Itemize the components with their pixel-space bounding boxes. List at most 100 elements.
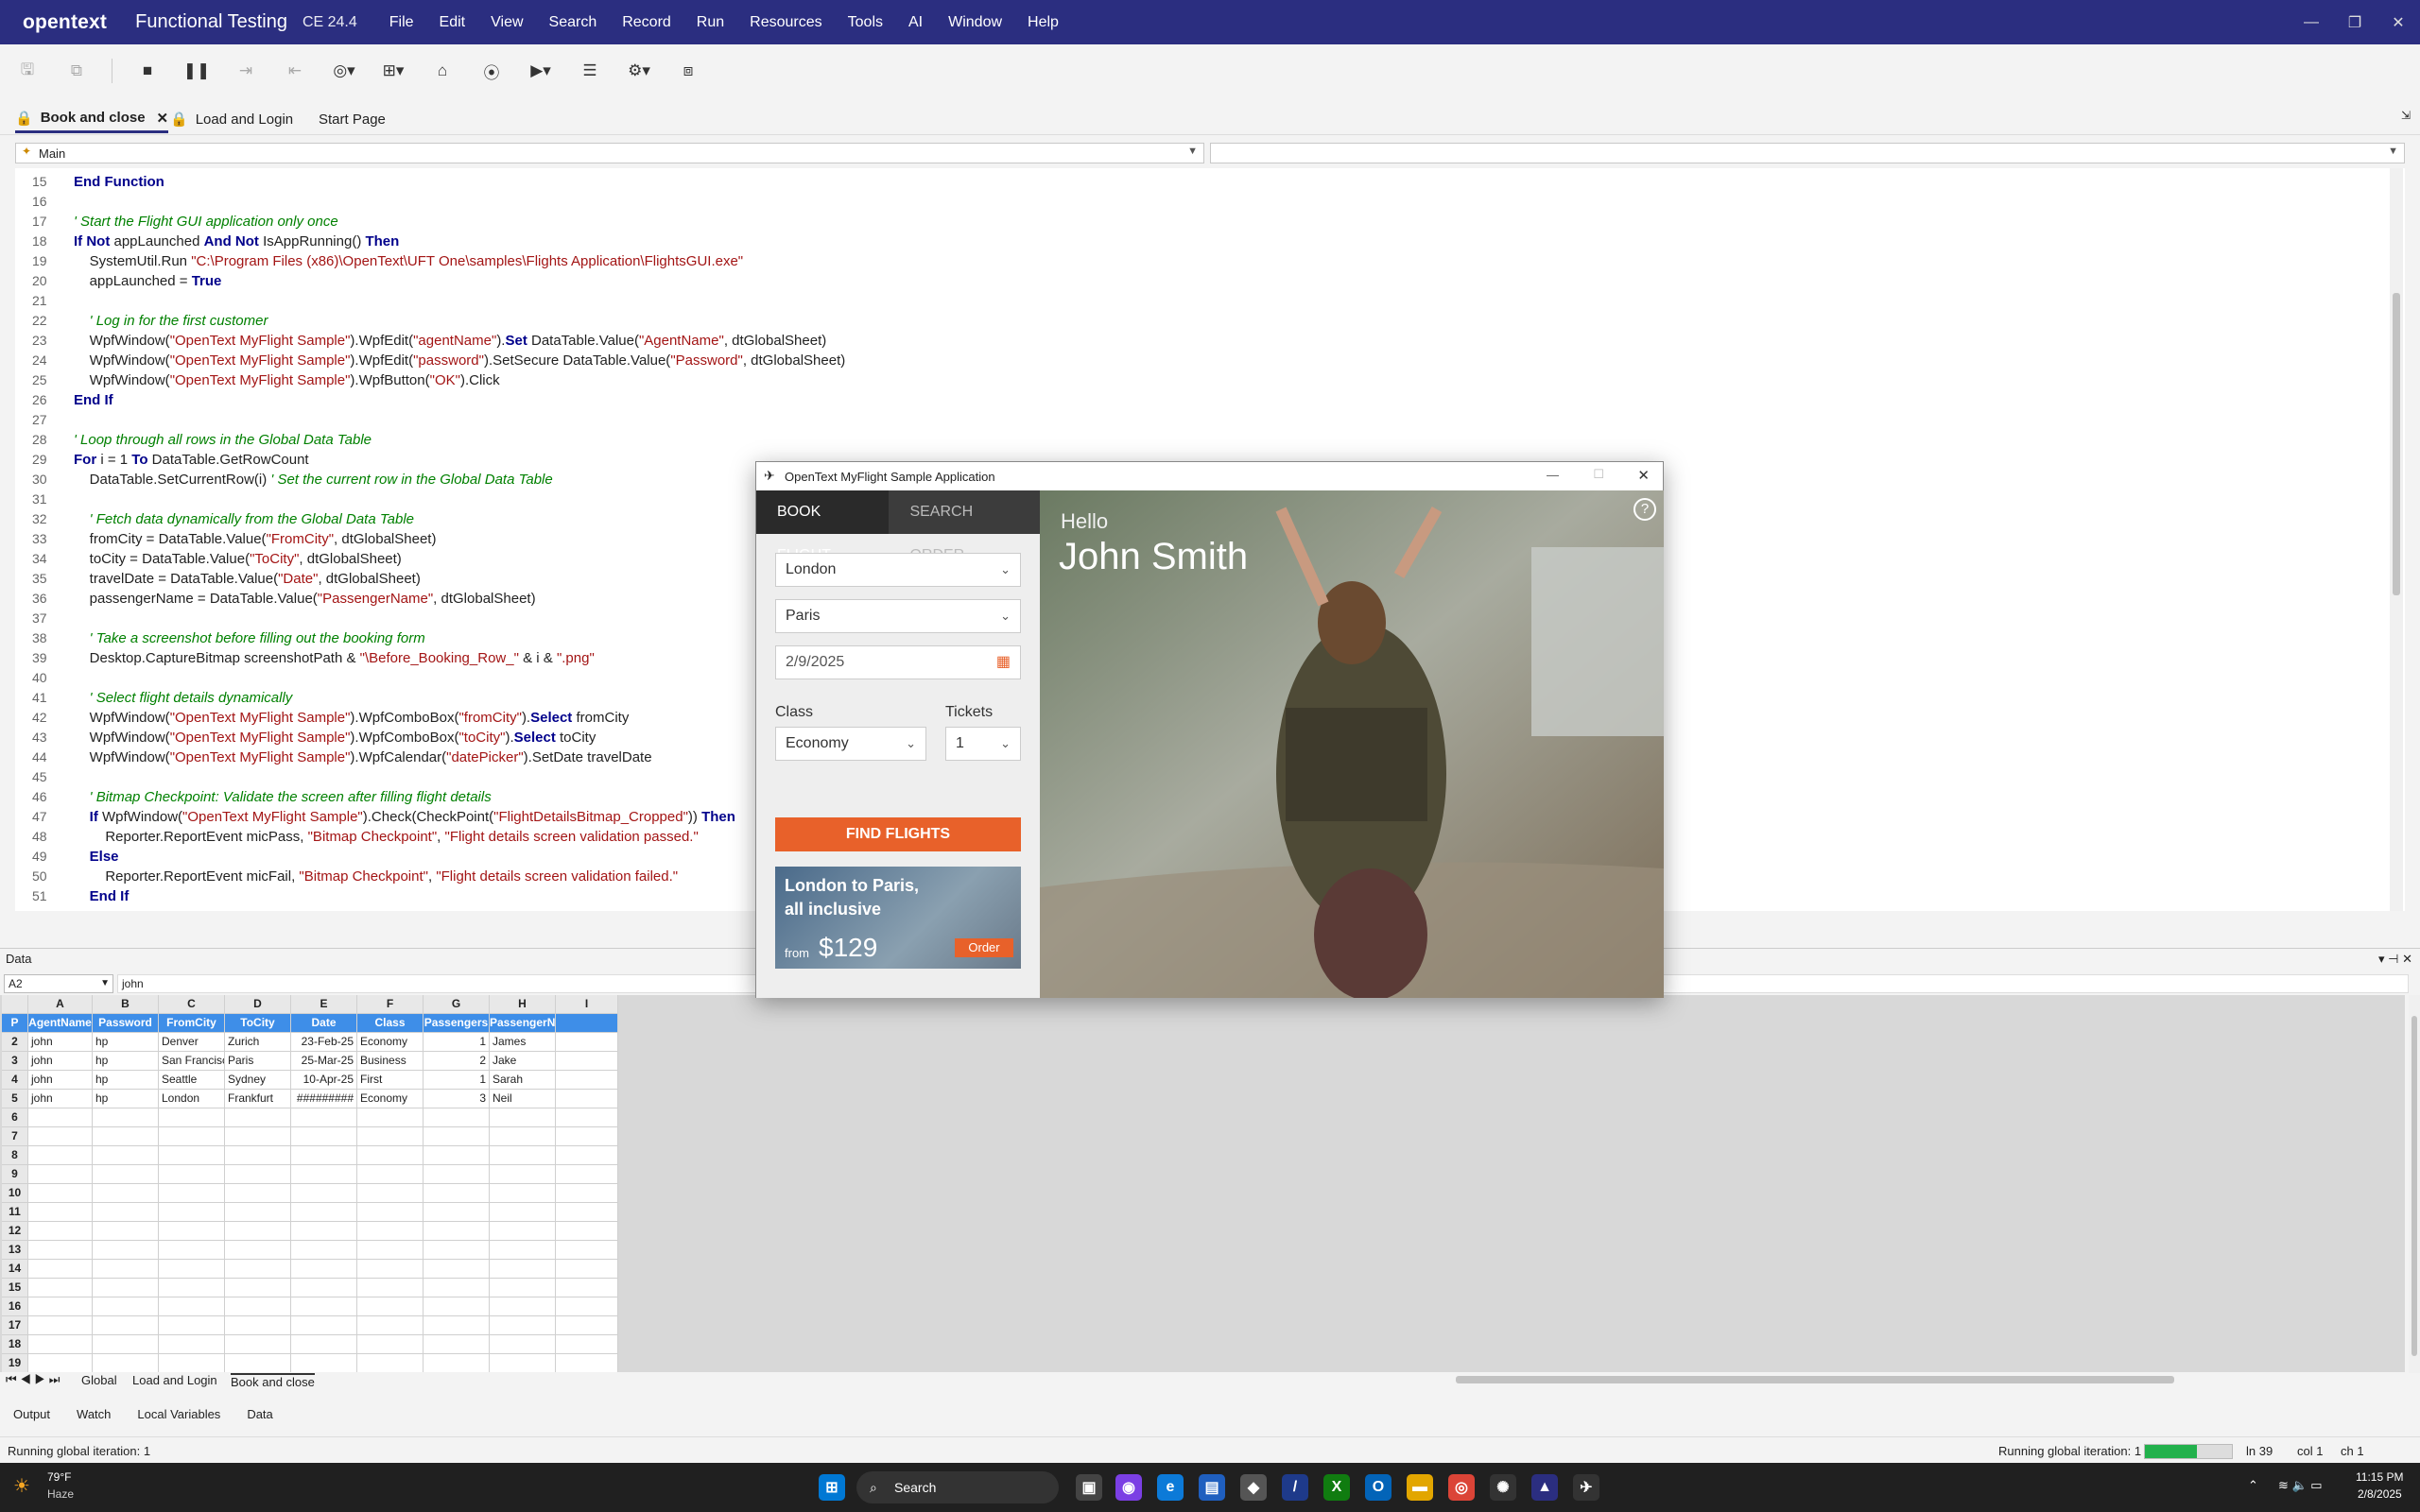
cell-reference-box[interactable]: A2 ▼ bbox=[4, 974, 113, 993]
tray-chevron-icon[interactable]: ⌃ bbox=[2248, 1478, 2258, 1493]
tickets-select[interactable]: 1 ⌄ bbox=[945, 727, 1021, 761]
table-cell[interactable] bbox=[159, 1279, 225, 1297]
store-icon[interactable]: ▤ bbox=[1199, 1474, 1225, 1501]
table-cell[interactable] bbox=[28, 1260, 93, 1279]
close-icon[interactable]: ✕ bbox=[1637, 467, 1650, 484]
table-cell[interactable]: 10-Apr-25 bbox=[291, 1071, 357, 1090]
table-cell[interactable] bbox=[357, 1184, 424, 1203]
column-header[interactable]: H bbox=[490, 995, 556, 1014]
table-cell[interactable] bbox=[159, 1203, 225, 1222]
table-cell[interactable]: john bbox=[28, 1033, 93, 1052]
minimize-icon[interactable]: — bbox=[1547, 468, 1559, 482]
parameter-header[interactable] bbox=[556, 1014, 618, 1033]
row-header[interactable]: 16 bbox=[2, 1297, 28, 1316]
table-cell[interactable]: James bbox=[490, 1033, 556, 1052]
column-header[interactable]: F bbox=[357, 995, 424, 1014]
table-cell[interactable]: First bbox=[357, 1071, 424, 1090]
table-cell[interactable] bbox=[93, 1241, 159, 1260]
table-cell[interactable] bbox=[556, 1146, 618, 1165]
table-cell[interactable] bbox=[93, 1165, 159, 1184]
parameter-header[interactable]: AgentName bbox=[28, 1014, 93, 1033]
code-line[interactable]: 16 bbox=[15, 192, 2405, 212]
table-cell[interactable] bbox=[291, 1222, 357, 1241]
from-city-select[interactable]: London ⌄ bbox=[775, 553, 1021, 587]
table-cell[interactable] bbox=[225, 1184, 291, 1203]
pause-icon[interactable]: ❚❚ bbox=[182, 57, 211, 85]
close-tab-icon[interactable]: ✕ bbox=[157, 110, 169, 127]
table-cell[interactable] bbox=[357, 1241, 424, 1260]
menu-resources[interactable]: Resources bbox=[750, 14, 821, 31]
tab-book-and-close[interactable]: 🔒 Book and close ✕ bbox=[15, 105, 169, 133]
table-cell[interactable] bbox=[357, 1222, 424, 1241]
code-line[interactable]: 25 WpfWindow("OpenText MyFlight Sample")… bbox=[15, 370, 2405, 390]
column-header[interactable]: C bbox=[159, 995, 225, 1014]
menu-view[interactable]: View bbox=[491, 14, 523, 31]
object-repository-icon[interactable]: ⌂ bbox=[428, 57, 457, 85]
table-cell[interactable] bbox=[225, 1241, 291, 1260]
menu-record[interactable]: Record bbox=[622, 14, 671, 31]
table-cell[interactable] bbox=[556, 1108, 618, 1127]
table-cell[interactable]: 1 bbox=[424, 1071, 490, 1090]
parameter-header[interactable]: Password bbox=[93, 1014, 159, 1033]
tab-data[interactable]: Data bbox=[247, 1407, 272, 1421]
row-header[interactable]: 13 bbox=[2, 1241, 28, 1260]
table-cell[interactable] bbox=[490, 1241, 556, 1260]
column-header[interactable]: A bbox=[28, 995, 93, 1014]
table-cell[interactable] bbox=[556, 1297, 618, 1316]
table-cell[interactable] bbox=[93, 1279, 159, 1297]
table-cell[interactable] bbox=[556, 1279, 618, 1297]
table-cell[interactable] bbox=[28, 1316, 93, 1335]
date-picker[interactable]: 2/9/2025 ▦ bbox=[775, 645, 1021, 679]
promo-order-button[interactable]: Order bbox=[955, 938, 1013, 957]
table-cell[interactable] bbox=[424, 1241, 490, 1260]
table-cell[interactable] bbox=[490, 1184, 556, 1203]
row-header[interactable]: 7 bbox=[2, 1127, 28, 1146]
tab-watch[interactable]: Watch bbox=[77, 1407, 111, 1421]
edge-icon[interactable]: e bbox=[1157, 1474, 1184, 1501]
parameter-header[interactable]: Passengers bbox=[424, 1014, 490, 1033]
table-cell[interactable] bbox=[490, 1165, 556, 1184]
functional-testing-taskbar-icon[interactable]: ▲ bbox=[1531, 1474, 1558, 1501]
table-cell[interactable] bbox=[225, 1316, 291, 1335]
table-cell[interactable] bbox=[291, 1127, 357, 1146]
table-cell[interactable] bbox=[556, 1127, 618, 1146]
row-header[interactable]: 8 bbox=[2, 1146, 28, 1165]
table-cell[interactable] bbox=[490, 1108, 556, 1127]
table-cell[interactable] bbox=[291, 1203, 357, 1222]
table-cell[interactable] bbox=[291, 1108, 357, 1127]
table-cell[interactable]: hp bbox=[93, 1071, 159, 1090]
table-cell[interactable]: San Francisco bbox=[159, 1052, 225, 1071]
table-cell[interactable] bbox=[556, 1241, 618, 1260]
table-cell[interactable] bbox=[28, 1146, 93, 1165]
breakpoint-icon[interactable]: ⦿ bbox=[477, 57, 506, 85]
stop-icon[interactable]: ■ bbox=[133, 57, 162, 85]
table-cell[interactable] bbox=[93, 1316, 159, 1335]
table-cell[interactable] bbox=[159, 1241, 225, 1260]
table-cell[interactable] bbox=[357, 1316, 424, 1335]
pane-controls-icon[interactable]: ▾ ⊣ ✕ bbox=[2378, 949, 2412, 970]
help-icon[interactable]: ? bbox=[1634, 498, 1656, 521]
table-cell[interactable] bbox=[357, 1335, 424, 1354]
table-cell[interactable] bbox=[93, 1184, 159, 1203]
table-cell[interactable] bbox=[291, 1354, 357, 1373]
minimize-icon[interactable]: — bbox=[2290, 0, 2333, 44]
table-cell[interactable] bbox=[159, 1335, 225, 1354]
row-header[interactable]: P bbox=[2, 1014, 28, 1033]
table-cell[interactable] bbox=[556, 1184, 618, 1203]
table-cell[interactable] bbox=[225, 1260, 291, 1279]
table-cell[interactable] bbox=[159, 1184, 225, 1203]
table-cell[interactable] bbox=[225, 1165, 291, 1184]
table-cell[interactable]: 23-Feb-25 bbox=[291, 1033, 357, 1052]
table-cell[interactable] bbox=[357, 1165, 424, 1184]
table-cell[interactable] bbox=[93, 1222, 159, 1241]
table-cell[interactable]: Zurich bbox=[225, 1033, 291, 1052]
parameter-header[interactable]: ToCity bbox=[225, 1014, 291, 1033]
table-cell[interactable] bbox=[424, 1222, 490, 1241]
table-cell[interactable] bbox=[424, 1146, 490, 1165]
table-cell[interactable] bbox=[159, 1127, 225, 1146]
step-out-icon[interactable]: ⇤ bbox=[281, 57, 309, 85]
table-cell[interactable] bbox=[28, 1241, 93, 1260]
run-from-step-icon[interactable]: ▶▾ bbox=[527, 57, 555, 85]
table-cell[interactable] bbox=[490, 1335, 556, 1354]
table-cell[interactable] bbox=[424, 1127, 490, 1146]
